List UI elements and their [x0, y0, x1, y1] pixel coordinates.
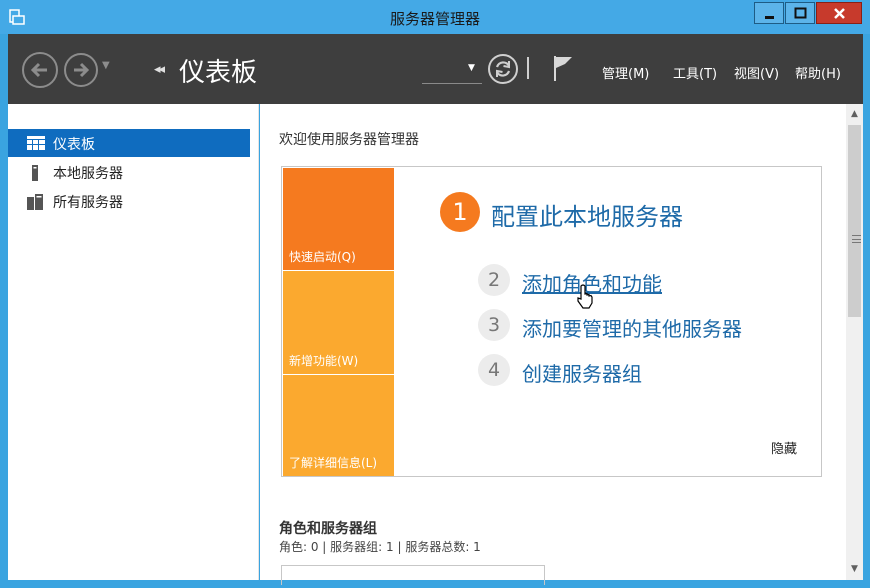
sidebar-item-label: 本地服务器 [53, 166, 123, 182]
history-dropdown-icon[interactable]: ▼ [102, 60, 110, 71]
maximize-button[interactable] [785, 2, 815, 24]
close-icon [834, 8, 845, 19]
page-title: 仪表板 [179, 58, 258, 88]
add-other-servers-link[interactable]: 添加要管理的其他服务器 [522, 313, 742, 342]
history-dropdown[interactable] [422, 80, 482, 84]
window-title: 服务器管理器 [389, 10, 480, 28]
tile-label: 了解详细信息(L) [289, 456, 378, 470]
minimize-button[interactable] [754, 2, 784, 24]
sidebar-item-label: 仪表板 [53, 137, 95, 153]
menu-view[interactable]: 视图(V) [734, 63, 779, 82]
divider [527, 57, 529, 79]
dashboard-icon [27, 136, 45, 150]
refresh-icon [495, 61, 511, 77]
tile-quick-start[interactable]: 快速启动(Q) [283, 168, 394, 270]
chevron-down-icon[interactable]: ▼ [468, 63, 475, 73]
tile-learn-more[interactable]: 了解详细信息(L) [283, 375, 394, 476]
welcome-heading: 欢迎使用服务器管理器 [279, 132, 419, 148]
local-server-icon [32, 165, 38, 181]
menu-help[interactable]: 帮助(H) [795, 63, 841, 82]
roles-summary: 角色: 0 | 服务器组: 1 | 服务器总数: 1 [279, 540, 481, 554]
grip-icon [852, 235, 861, 243]
sidebar-item-label: 所有服务器 [53, 195, 123, 211]
scroll-down-icon[interactable]: ▼ [846, 561, 863, 578]
back-button[interactable] [22, 52, 58, 88]
configure-local-server-link[interactable]: 配置此本地服务器 [491, 197, 683, 232]
refresh-button[interactable] [488, 54, 518, 84]
minimize-icon [765, 16, 774, 19]
sidebar-item-all-servers[interactable]: 所有服务器 [8, 187, 250, 215]
forward-arrow-icon [74, 62, 90, 78]
title-bar: 服务器管理器 [0, 0, 870, 34]
create-server-group-link[interactable]: 创建服务器组 [522, 358, 642, 387]
tile-label: 快速启动(Q) [289, 250, 356, 264]
close-button[interactable] [816, 2, 862, 24]
header-bar: ▼ ◂◂ 仪表板 ▼ 管理(M) 工具(T) 视图(V) 帮助(H) [8, 34, 863, 104]
tile-whats-new[interactable]: 新增功能(W) [283, 271, 394, 374]
menu-manage[interactable]: 管理(M) [602, 63, 649, 82]
roles-section-title: 角色和服务器组 [279, 521, 377, 537]
back-arrow-icon [30, 62, 47, 78]
breadcrumb-arrows-icon[interactable]: ◂◂ [154, 62, 165, 77]
sidebar-item-local-server[interactable]: 本地服务器 [8, 158, 250, 186]
sidebar-item-dashboard[interactable]: 仪表板 [8, 129, 250, 157]
server-group-tile[interactable] [281, 565, 545, 585]
maximize-icon [794, 7, 807, 19]
step-4-number: 4 [478, 354, 510, 386]
all-servers-icon [27, 194, 43, 210]
step-3-number: 3 [478, 309, 510, 341]
scroll-up-icon[interactable]: ▲ [846, 106, 863, 123]
scrollbar-thumb[interactable] [848, 125, 861, 317]
sidebar: 仪表板 本地服务器 所有服务器 [8, 104, 259, 580]
vertical-scrollbar[interactable]: ▲ ▼ [846, 104, 863, 580]
main-content: 欢迎使用服务器管理器 快速启动(Q) 新增功能(W) 了解详细信息(L) 1 配… [260, 104, 846, 585]
hand-cursor-icon [577, 284, 593, 309]
welcome-panel: 快速启动(Q) 新增功能(W) 了解详细信息(L) 1 配置此本地服务器 2 添… [281, 166, 822, 477]
forward-button[interactable] [64, 53, 98, 87]
notifications-flag-icon[interactable] [552, 54, 574, 82]
hide-link[interactable]: 隐藏 [771, 438, 797, 457]
tile-label: 新增功能(W) [289, 354, 359, 368]
step-1-number: 1 [440, 192, 480, 232]
step-2-number: 2 [478, 264, 510, 296]
menu-tools[interactable]: 工具(T) [673, 63, 717, 82]
